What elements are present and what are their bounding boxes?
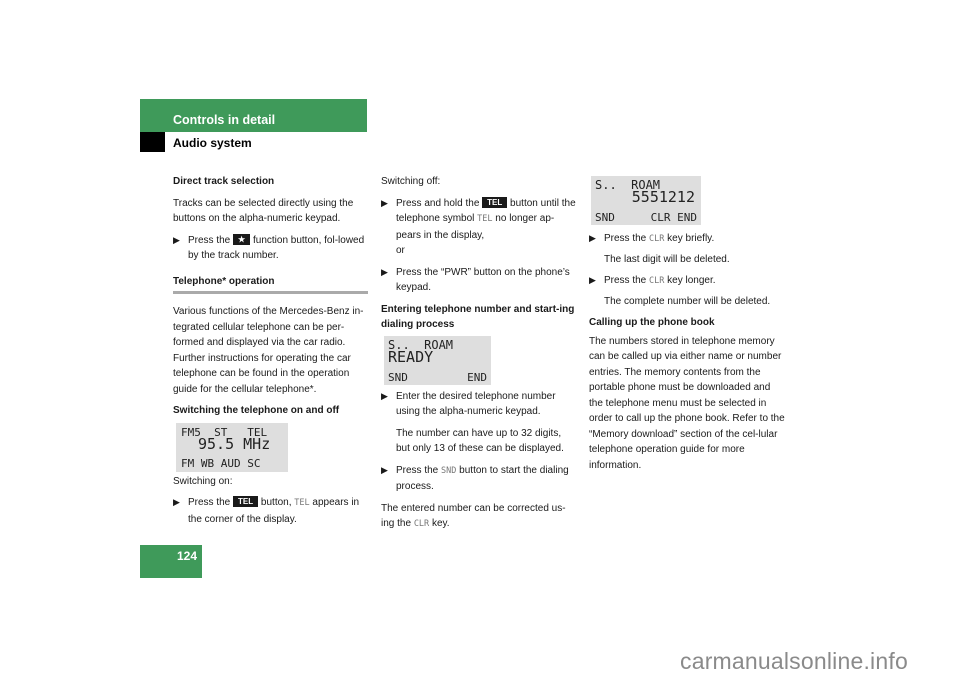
entering-heading: Entering telephone number and start-ing … (381, 303, 575, 331)
bullet-arrow-icon: ▶ (381, 390, 388, 401)
tel-key-icon: TEL (233, 496, 259, 507)
switching-on-label: Switching on: (173, 475, 233, 487)
direct-track-text: Tracks can be selected directly using th… (173, 197, 354, 225)
heading-rule (173, 291, 368, 294)
page-number: 124 (176, 549, 197, 563)
clr-long-bullet: ▶ Press the CLR key longer. The complete… (589, 275, 771, 307)
bullet-arrow-icon: ▶ (381, 197, 388, 208)
bullet-arrow-icon: ▶ (589, 275, 596, 285)
phone-ready-display: S.. ROAM READY SND END (384, 335, 491, 385)
clr-brief-bullet: ▶ Press the CLR key briefly. The last di… (589, 233, 730, 265)
section-title: Controls in detail (173, 113, 276, 127)
switching-off-label: Switching off: (381, 176, 441, 187)
telephone-text: Various functions of the Mercedes-Benz i… (173, 306, 364, 395)
snd-bullet: ▶ Press the SND button to start the dial… (381, 464, 569, 493)
switching-off-bullet-1: ▶ Press and hold the TEL button until th… (381, 196, 576, 256)
phone-number-display: S.. ROAM 5551212 SND CLR END (591, 176, 701, 225)
radio-display: FM5 ST TEL 95.5 MHz FM WB AUD SC (176, 422, 288, 472)
column-1: Direct track selection Tracks can be sel… (173, 174, 368, 527)
header-marker (140, 132, 165, 152)
column-2: Switching off: ▶ Press and hold the TEL … (381, 174, 577, 533)
page-number-box: 124 (140, 545, 202, 578)
switching-heading: Switching the telephone on and off (173, 405, 340, 416)
phonebook-heading: Calling up the phone book (589, 317, 715, 328)
direct-track-heading: Direct track selection (173, 176, 275, 187)
bullet-arrow-icon: ▶ (381, 464, 388, 475)
bullet-arrow-icon: ▶ (589, 233, 596, 243)
bullet-arrow-icon: ▶ (173, 497, 180, 507)
phonebook-text: The numbers stored in telephone memory c… (589, 335, 785, 471)
watermark: carmanualsonline.info (680, 648, 908, 674)
correct-text: The entered number can be corrected us-i… (381, 502, 566, 530)
tel-key-icon: TEL (482, 196, 508, 208)
bullet-arrow-icon: ▶ (173, 234, 180, 245)
switching-on-bullet: ▶ Press the TEL button, TEL appears in t… (173, 496, 360, 525)
subsection-title: Audio system (173, 136, 252, 150)
telephone-heading: Telephone* operation (173, 275, 275, 287)
enter-number-bullet: ▶ Enter the desired telephone number usi… (381, 390, 564, 455)
direct-track-bullet: ▶ Press the ★ function button, fol-lowed… (173, 233, 365, 261)
bullet-arrow-icon: ▶ (381, 266, 388, 277)
star-key-icon: ★ (233, 233, 251, 245)
column-3: S.. ROAM 5551212 SND CLR END ▶ Press the… (589, 176, 785, 473)
switching-off-bullet-2: ▶ Press the “PWR” button on the phone’s … (381, 266, 570, 294)
